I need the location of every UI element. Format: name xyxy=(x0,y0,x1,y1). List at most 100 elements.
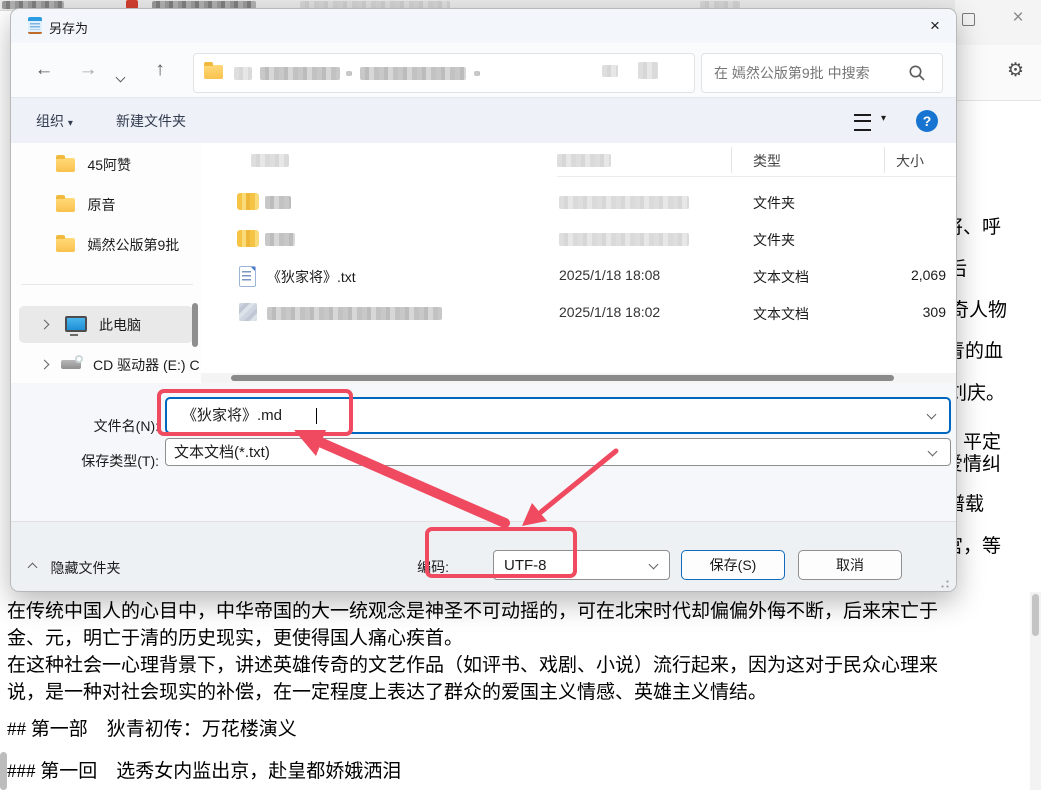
editor-line: 说，是一种对社会现实的补偿，在一定程度上表达了群众的爱国主义情感、英雄主义情结。 xyxy=(7,682,768,703)
close-icon[interactable]: × xyxy=(916,11,954,41)
chevron-down-icon[interactable] xyxy=(648,559,659,570)
folder-icon xyxy=(56,155,75,172)
editor-line: 在传统中国人的心目中，中华帝国的大一统观念是神圣不可动摇的，可在北宋时代却偏偏外… xyxy=(7,601,939,622)
save-button[interactable]: 保存(S) xyxy=(681,550,785,580)
markdown-heading: ## 第一部 狄青初传：万花楼演义 xyxy=(7,719,297,740)
maximize-icon[interactable] xyxy=(962,13,975,26)
blurred-date xyxy=(559,196,689,209)
resize-grip[interactable] xyxy=(941,580,949,588)
cell-type: 文件夹 xyxy=(753,195,795,211)
cell-type: 文本文档 xyxy=(753,306,809,322)
gear-icon[interactable]: ⚙ xyxy=(1007,59,1024,82)
sidebar-item-folder2[interactable]: 原音 xyxy=(56,195,115,215)
blurred-badge xyxy=(602,65,618,77)
folder-icon xyxy=(237,193,259,210)
back-icon[interactable]: ← xyxy=(29,43,59,97)
savetype-select[interactable]: 文本文档(*.txt) xyxy=(165,438,951,466)
scrollbar-thumb[interactable] xyxy=(1032,594,1039,636)
sidebar-item-label: 原音 xyxy=(87,197,116,213)
chevron-down-icon: ▾ xyxy=(67,118,73,129)
encoding-value: UTF-8 xyxy=(504,557,547,574)
cell-size: 2,069 xyxy=(910,267,946,283)
fields-area: 文件名(N): 《狄家将》.md 保存类型(T): 文本文档(*.txt) xyxy=(11,383,956,521)
sidebar-item-cd-drive[interactable]: CD 驱动器 (E:) C xyxy=(19,346,200,383)
sidebar-item-folder1[interactable]: 45阿赞 xyxy=(56,155,131,175)
sidebar-item-label: 嫣然公版第9批 xyxy=(87,237,180,253)
table-row[interactable]: 《狄家将》.txt 2025/1/18 18:08 文本文档 2,069 xyxy=(201,258,956,295)
chevron-down-icon[interactable] xyxy=(927,446,938,457)
sidebar-item-label: 此电脑 xyxy=(99,317,141,333)
table-row[interactable]: 2025/1/18 18:02 文本文档 309 xyxy=(201,295,956,332)
column-header-type[interactable]: 类型 xyxy=(753,151,781,171)
table-row[interactable]: 文件夹 xyxy=(201,221,956,258)
cell-name: 《狄家将》.txt xyxy=(267,269,356,285)
new-folder-button[interactable]: 新建文件夹 xyxy=(116,98,186,144)
editor-left-scrollbar-thumb[interactable] xyxy=(0,752,7,790)
sidebar-item-folder3[interactable]: 嫣然公版第9批 xyxy=(56,235,179,255)
blurred-file-name xyxy=(265,233,295,246)
column-header-size[interactable]: 大小 xyxy=(896,151,924,171)
editor-vertical-scrollbar[interactable] xyxy=(1030,592,1041,790)
background-text: 奇人物 xyxy=(950,300,1008,321)
breadcrumb-separator xyxy=(346,71,352,76)
screenshot-root: × ⚙ 将、呼 后 奇人物 青的血 刘庆。 ，平定 爱情纠 谱载 宫，等 在传统… xyxy=(0,0,1041,790)
folder-icon xyxy=(56,235,75,252)
organize-button[interactable]: 组织 ▾ xyxy=(36,98,73,147)
header-underline xyxy=(557,176,956,177)
savetype-label: 保存类型(T): xyxy=(81,453,159,469)
dialog-title: 另存为 xyxy=(49,21,89,36)
cell-type: 文本文档 xyxy=(753,269,809,285)
sidebar-item-label: CD 驱动器 (E:) C xyxy=(93,357,200,373)
view-chevron-icon[interactable]: ▾ xyxy=(881,113,886,124)
help-icon[interactable]: ? xyxy=(916,110,938,132)
chevron-down-icon[interactable] xyxy=(926,409,937,420)
dialog-toolbar: 组织 ▾ 新建文件夹 ▾ ? xyxy=(11,97,956,145)
chevron-right-icon[interactable] xyxy=(39,359,50,370)
background-window-controls: × xyxy=(955,0,1041,45)
chevron-right-icon[interactable] xyxy=(39,319,50,330)
encoding-select[interactable]: UTF-8 xyxy=(493,550,670,580)
close-icon[interactable]: × xyxy=(1003,4,1033,32)
markdown-heading: ### 第一回 选秀女内监出京，赴皇都娇娥洒泪 xyxy=(7,761,402,782)
up-icon[interactable]: ↑ xyxy=(145,43,175,97)
blurred-date-column-header xyxy=(557,154,611,167)
breadcrumb-separator xyxy=(474,71,480,76)
history-chevron-icon[interactable] xyxy=(115,68,126,86)
blurred-name-column-header xyxy=(251,154,289,167)
dialog-titlebar: 另存为 × xyxy=(11,9,956,43)
sidebar-scrollbar-thumb[interactable] xyxy=(192,303,198,347)
cell-size: 309 xyxy=(922,304,946,320)
column-divider[interactable] xyxy=(884,147,885,173)
forward-icon[interactable]: → xyxy=(73,43,103,97)
search-placeholder: 在 嫣然公版第9批 中搜索 xyxy=(714,65,870,81)
list-horizontal-scrollbar[interactable] xyxy=(201,373,956,383)
editor-line: 金、元，明亡于清的历史现实，更使得国人痛心疾首。 xyxy=(7,628,464,649)
sidebar: 45阿赞 原音 嫣然公版第9批 此电脑 CD 驱动器 (E:) C xyxy=(11,143,201,383)
text-file-icon xyxy=(239,266,256,287)
cancel-button[interactable]: 取消 xyxy=(798,550,902,580)
notepad-icon xyxy=(28,17,42,34)
table-row[interactable]: 文件夹 xyxy=(201,184,956,221)
save-as-dialog: 另存为 × ← → ↑ 在 嫣然公版第9批 中搜索 组织 ▾ 新建文件夹 ▾ ?… xyxy=(10,8,957,592)
dialog-footer: 隐藏文件夹 编码: UTF-8 保存(S) 取消 xyxy=(11,521,956,591)
filename-input[interactable]: 《狄家将》.md xyxy=(165,397,951,434)
hide-folders-button[interactable]: 隐藏文件夹 xyxy=(27,558,121,578)
sidebar-item-this-pc[interactable]: 此电脑 xyxy=(19,306,193,343)
address-bar[interactable] xyxy=(193,53,695,93)
sidebar-item-label: 45阿赞 xyxy=(87,157,132,173)
sidebar-divider xyxy=(21,284,193,285)
computer-icon xyxy=(65,316,87,336)
encoding-label: 编码: xyxy=(417,559,449,575)
search-input[interactable]: 在 嫣然公版第9批 中搜索 xyxy=(701,53,943,93)
view-options-icon[interactable] xyxy=(854,114,871,131)
search-icon[interactable] xyxy=(908,64,926,82)
editor-line: 在这种社会一心理背景下，讲述英雄传奇的文艺作品（如评书、戏剧、小说）流行起来，因… xyxy=(7,655,939,676)
column-divider[interactable] xyxy=(731,147,732,173)
hide-folders-label: 隐藏文件夹 xyxy=(50,560,121,576)
cell-date: 2025/1/18 18:08 xyxy=(559,267,661,283)
savetype-value: 文本文档(*.txt) xyxy=(174,444,270,461)
blurred-date xyxy=(559,233,689,246)
blurred-breadcrumb xyxy=(234,67,252,80)
scrollbar-thumb[interactable] xyxy=(231,375,894,381)
background-window-toolbar: ⚙ xyxy=(955,45,1041,101)
